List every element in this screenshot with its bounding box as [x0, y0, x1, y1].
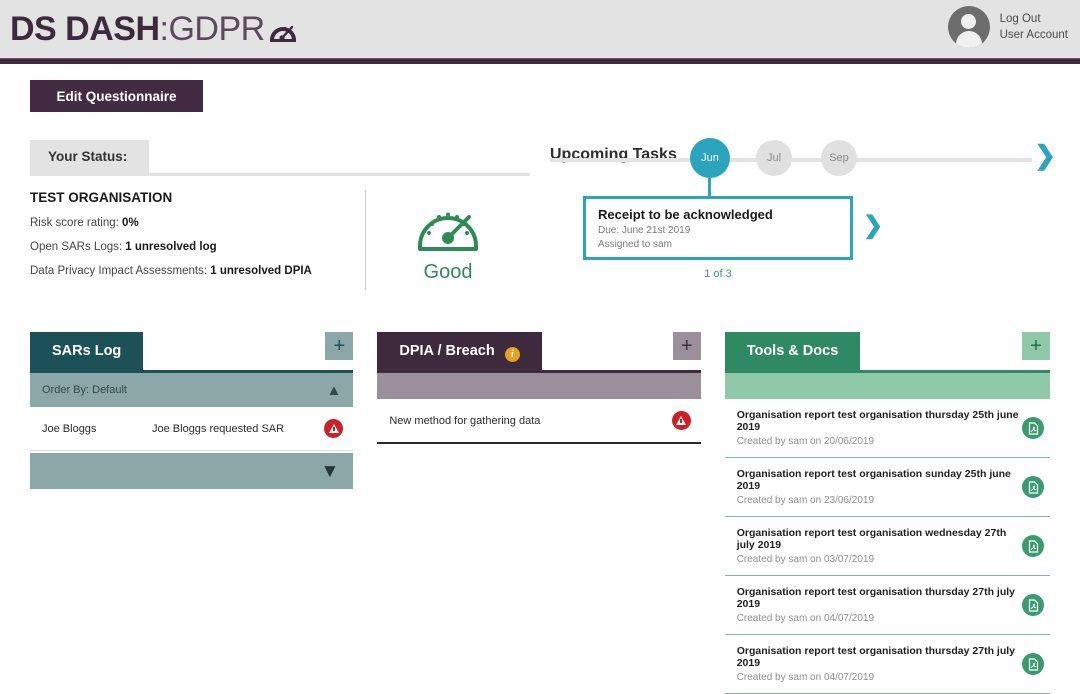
dpia-summary-value: 1 unresolved DPIA [210, 265, 312, 277]
timeline-node-jul[interactable]: Jul [756, 140, 792, 176]
list-item[interactable]: Organisation report test organisation th… [724, 399, 1050, 458]
list-item[interactable]: Organisation report test organisation th… [724, 635, 1050, 694]
pdf-icon[interactable] [1022, 476, 1044, 498]
dpia-filter-bar[interactable] [377, 373, 701, 399]
open-sars-row: Open SARs Logs: 1 unresolved log [30, 241, 365, 253]
tools-docs-panel: Tools & Docs + Organisation report test … [724, 332, 1050, 694]
sars-row-description: Joe Bloggs requested SAR [152, 422, 285, 435]
tab-your-status[interactable]: Your Status: [30, 140, 150, 173]
task-assignee: Assigned to sam [598, 239, 672, 250]
status-details: TEST ORGANISATION Risk score rating: 0% … [30, 190, 365, 290]
open-sars-value: 1 unresolved log [125, 241, 217, 253]
upcoming-tasks-panel: Upcoming Tasks Jun Jul Sep ❯ Receipt to … [550, 138, 1056, 290]
user-account-link[interactable]: User Account [1000, 27, 1068, 43]
pdf-icon[interactable] [1022, 535, 1044, 557]
timeline-node-jun[interactable]: Jun [690, 138, 730, 178]
tools-filter-bar[interactable] [724, 373, 1050, 399]
chevron-down-icon[interactable]: ▼ [321, 462, 340, 481]
dpia-panel-footer-line [377, 442, 701, 444]
status-tasks-row: Your Status: TEST ORGANISATION Risk scor… [30, 138, 1056, 290]
header-divider [0, 58, 1080, 64]
alert-icon[interactable] [671, 411, 691, 430]
status-panel: Your Status: TEST ORGANISATION Risk scor… [30, 140, 530, 290]
header-user-area: Log Out User Account [947, 6, 1068, 48]
open-sars-label: Open SARs Logs: [30, 241, 123, 253]
risk-score-row: Risk score rating: 0% [30, 217, 365, 229]
logo-text-primary: DS DASH [10, 9, 160, 48]
sars-log-panel: SARs Log + Order By: Default ▲ Joe Blogg… [30, 332, 354, 694]
sars-expand-bar[interactable]: ▼ [30, 453, 354, 489]
panels-row: SARs Log + Order By: Default ▲ Joe Blogg… [30, 332, 1050, 694]
document-title: Organisation report test organisation th… [736, 409, 1019, 433]
timeline-node-label: Jul [766, 152, 782, 164]
edit-questionnaire-button[interactable]: Edit Questionnaire [30, 80, 203, 112]
add-sars-button[interactable]: + [325, 332, 354, 360]
timeline-node-sep[interactable]: Sep [821, 140, 857, 176]
timeline-node-label: Sep [829, 152, 849, 164]
document-title: Organisation report test organisation th… [736, 586, 1015, 610]
tasks-timeline: Jun Jul Sep [550, 138, 1050, 198]
logout-link[interactable]: Log Out [1000, 11, 1068, 27]
document-title: Organisation report test organisation we… [736, 527, 1007, 551]
risk-score-label: Risk score rating: [30, 217, 119, 229]
pdf-icon[interactable] [1022, 653, 1044, 675]
user-avatar-icon[interactable] [947, 6, 990, 48]
main-content: Edit Questionnaire Your Status: TEST ORG… [0, 80, 1080, 694]
organisation-name: TEST ORGANISATION [30, 190, 173, 205]
info-icon[interactable]: i [504, 346, 520, 362]
table-row[interactable]: New method for gathering data [377, 399, 700, 442]
pdf-icon[interactable] [1022, 417, 1044, 439]
document-meta: Created by sam on 04/07/2019 [736, 613, 875, 624]
task-counter: 1 of 3 [704, 268, 732, 280]
dpia-summary-label: Data Privacy Impact Assessments: [30, 265, 208, 277]
risk-score-value: 0% [122, 217, 139, 229]
dpia-summary-row: Data Privacy Impact Assessments: 1 unres… [30, 265, 365, 277]
list-item[interactable]: Organisation report test organisation we… [724, 517, 1050, 576]
gauge-icon [268, 13, 298, 52]
sars-order-label: Order By: Default [42, 384, 127, 396]
chevron-up-icon[interactable]: ▲ [326, 383, 341, 398]
logo-text-secondary: :GDPR [159, 9, 266, 48]
status-gauge: Good [366, 190, 530, 290]
timeline-node-label: Jun [701, 152, 719, 164]
app-header: DS DASH :GDPR Log Out User Account [0, 0, 1080, 58]
tasks-next-page-chevron-right-icon[interactable]: ❯ [1034, 142, 1056, 168]
document-meta: Created by sam on 23/06/2019 [736, 495, 875, 506]
document-title: Organisation report test organisation su… [736, 468, 1011, 492]
add-document-button[interactable]: + [1022, 332, 1050, 360]
sars-row-name: Joe Bloggs [42, 422, 97, 435]
task-card[interactable]: Receipt to be acknowledged Due: June 21s… [583, 196, 853, 260]
sars-order-bar[interactable]: Order By: Default ▲ [30, 373, 354, 407]
header-links: Log Out User Account [1000, 11, 1068, 43]
document-title: Organisation report test organisation th… [736, 645, 1015, 669]
tools-docs-tab[interactable]: Tools & Docs [724, 332, 861, 370]
document-meta: Created by sam on 04/07/2019 [736, 672, 875, 683]
timeline-stem [708, 178, 711, 198]
pdf-icon[interactable] [1022, 594, 1044, 616]
gauge-status-label: Good [423, 261, 473, 283]
document-meta: Created by sam on 03/07/2019 [736, 554, 875, 565]
app-logo[interactable]: DS DASH :GDPR [10, 10, 298, 49]
speedometer-icon [415, 194, 481, 259]
add-dpia-button[interactable]: + [672, 332, 701, 360]
dpia-breach-panel: DPIA / Breach i + New method for gatheri… [377, 332, 701, 694]
dpia-tab-label: DPIA / Breach [399, 343, 495, 359]
list-item[interactable]: Organisation report test organisation su… [724, 458, 1050, 517]
document-meta: Created by sam on 20/06/2019 [736, 436, 875, 447]
dpia-breach-tab[interactable]: DPIA / Breach i [377, 332, 542, 370]
list-item[interactable]: Organisation report test organisation th… [724, 576, 1050, 635]
table-row[interactable]: Joe Bloggs Joe Bloggs requested SAR [30, 407, 354, 451]
sars-log-tab[interactable]: SARs Log [30, 332, 144, 370]
alert-icon[interactable] [324, 419, 344, 438]
task-title: Receipt to be acknowledged [598, 207, 773, 222]
dpia-row-description: New method for gathering data [389, 414, 541, 427]
task-next-chevron-right-icon[interactable]: ❯ [863, 214, 883, 238]
task-due-date: Due: June 21st 2019 [598, 225, 691, 236]
